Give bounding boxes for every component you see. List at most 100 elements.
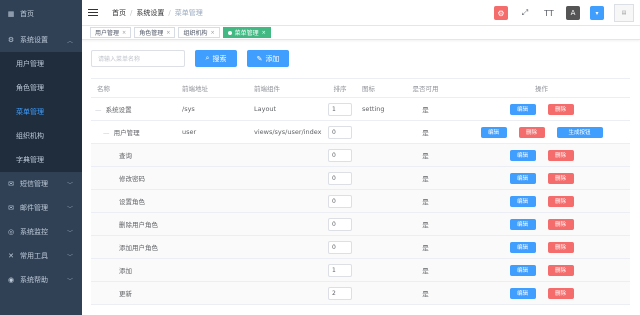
language-icon[interactable]: A	[566, 6, 580, 20]
breadcrumb-item-system-settings[interactable]: 系统设置	[136, 8, 164, 18]
cell-actions: 编辑 删除	[453, 103, 630, 115]
order-input[interactable]: 0	[328, 148, 352, 162]
hamburger-menu-icon[interactable]	[88, 8, 98, 17]
edit-button[interactable]: 编辑	[509, 287, 536, 299]
column-header-visible: 是否可用	[412, 85, 439, 93]
tag-menu-management[interactable]: 菜单管理 ×	[222, 27, 271, 38]
tools-icon: ✕	[8, 252, 14, 260]
breadcrumb-item-home[interactable]: 首页	[112, 8, 126, 18]
cell-visible: 是	[422, 129, 429, 137]
sidebar-item-monitor[interactable]: ◎ 系统监控 ﹀	[0, 220, 82, 244]
fullscreen-icon[interactable]: ⤢	[518, 6, 532, 20]
add-button[interactable]: ✎ 添加	[247, 50, 289, 67]
menu-name: 修改密码	[119, 175, 145, 183]
sidebar-item-label: 常用工具	[20, 252, 48, 260]
delete-button[interactable]: 删除	[547, 218, 574, 230]
table-header: 名称 前端地址 前端组件 排序 图标 是否可用 操作	[91, 78, 630, 98]
order-input[interactable]: 1	[328, 102, 352, 116]
sidebar-item-label: 系统帮助	[20, 276, 48, 284]
sidebar-item-sms[interactable]: ✉ 短信管理 ﹀	[0, 172, 82, 196]
tags-view: 用户管理 × 角色管理 × 组织机构 × 菜单管理 ×	[82, 26, 640, 40]
tag-organization[interactable]: 组织机构 ×	[178, 27, 220, 38]
cell-actions: 编辑 删除	[453, 172, 630, 184]
dropdown-icon[interactable]: ▾	[590, 6, 604, 20]
search-input[interactable]: 请输入菜单名称	[91, 50, 185, 67]
sidebar-item-label: 用户管理	[16, 60, 44, 68]
sidebar-item-label: 组织机构	[16, 132, 44, 140]
sidebar-item-mail[interactable]: ✉ 邮件管理 ﹀	[0, 196, 82, 220]
tag-label: 角色管理	[139, 30, 164, 37]
generate-buttons-button[interactable]: 生成按钮	[556, 126, 603, 138]
tree-expand-icon[interactable]: —	[95, 106, 104, 114]
delete-button[interactable]: 删除	[547, 264, 574, 276]
cell-visible: 是	[422, 106, 429, 114]
sidebar-item-help[interactable]: ◉ 系统帮助 ﹀	[0, 268, 82, 292]
search-button[interactable]: ⌕ 搜索	[195, 50, 237, 67]
order-input[interactable]: 0	[328, 171, 352, 185]
menu-name: 删除用户角色	[119, 221, 158, 229]
delete-button[interactable]: 删除	[547, 287, 574, 299]
table-row: — 用户管理 user views/sys/user/index 0 是 编辑删…	[91, 121, 630, 144]
tag-role-management[interactable]: 角色管理 ×	[134, 27, 176, 38]
bug-icon[interactable]: ⚙	[494, 6, 508, 20]
column-header-actions: 操作	[535, 85, 548, 93]
edit-button[interactable]: 编辑	[509, 195, 536, 207]
edit-button[interactable]: 编辑	[509, 103, 536, 115]
order-input[interactable]: 0	[328, 240, 352, 254]
menu-name: 查询	[119, 152, 132, 160]
sidebar-item-dictionary[interactable]: 字典管理	[0, 148, 82, 172]
order-input[interactable]: 1	[328, 263, 352, 277]
edit-button[interactable]: 编辑	[509, 264, 536, 276]
column-header-component: 前端组件	[254, 85, 280, 93]
sidebar-item-label: 系统监控	[20, 228, 48, 236]
sidebar-item-menu-management[interactable]: 菜单管理	[0, 100, 82, 124]
cell-name: 设置角色	[91, 196, 176, 206]
edit-button[interactable]: 编辑	[509, 172, 536, 184]
table-row: 删除用户角色 0 是 编辑 删除	[91, 213, 630, 236]
close-icon[interactable]: ×	[210, 30, 214, 36]
breadcrumb-separator: /	[130, 8, 133, 17]
cell-name: 查询	[91, 150, 176, 160]
delete-button[interactable]: 删除	[547, 149, 574, 161]
close-icon[interactable]: ×	[122, 30, 126, 36]
tree-expand-icon[interactable]: —	[103, 129, 112, 137]
sidebar-item-organization[interactable]: 组织机构	[0, 124, 82, 148]
order-input[interactable]: 0	[328, 125, 352, 139]
cell-component: Layout	[254, 105, 277, 113]
cell-visible: 是	[422, 290, 429, 298]
tag-user-management[interactable]: 用户管理 ×	[90, 27, 132, 38]
order-input[interactable]: 0	[328, 217, 352, 231]
tag-label: 菜单管理	[234, 30, 259, 37]
edit-button[interactable]: 编辑	[480, 126, 507, 138]
cell-url: user	[182, 128, 197, 136]
close-icon[interactable]: ×	[166, 30, 170, 36]
order-input[interactable]: 0	[328, 194, 352, 208]
order-input[interactable]: 2	[328, 286, 352, 300]
cell-actions: 编辑 删除	[453, 241, 630, 253]
sidebar-item-system-settings[interactable]: ⚙ 系统设置 ︿	[0, 28, 82, 52]
close-icon[interactable]: ×	[262, 30, 266, 36]
cell-actions: 编辑 删除 生成按钮	[453, 126, 630, 138]
cell-actions: 编辑 删除	[453, 264, 630, 276]
sidebar-item-user-management[interactable]: 用户管理	[0, 52, 82, 76]
delete-button[interactable]: 删除	[547, 195, 574, 207]
column-header-order: 排序	[333, 85, 347, 93]
avatar[interactable]: ▤	[614, 4, 634, 22]
sidebar-item-role-management[interactable]: 角色管理	[0, 76, 82, 100]
help-icon: ◉	[7, 276, 15, 284]
sidebar-item-home[interactable]: ▦ 首页	[0, 0, 82, 28]
sidebar-item-tools[interactable]: ✕ 常用工具 ﹀	[0, 244, 82, 268]
edit-button[interactable]: 编辑	[509, 218, 536, 230]
dashboard-icon: ▦	[7, 10, 15, 18]
cell-name: 添加	[91, 265, 176, 275]
edit-button[interactable]: 编辑	[509, 241, 536, 253]
delete-button[interactable]: 删除	[547, 103, 574, 115]
delete-button[interactable]: 删除	[547, 172, 574, 184]
font-size-icon[interactable]: TT	[542, 6, 556, 20]
gear-icon: ⚙	[7, 36, 15, 44]
edit-button[interactable]: 编辑	[509, 149, 536, 161]
table-row: 查询 0 是 编辑 删除	[91, 144, 630, 167]
monitor-icon: ◎	[7, 228, 15, 236]
delete-button[interactable]: 删除	[547, 241, 574, 253]
delete-button[interactable]: 删除	[518, 126, 545, 138]
